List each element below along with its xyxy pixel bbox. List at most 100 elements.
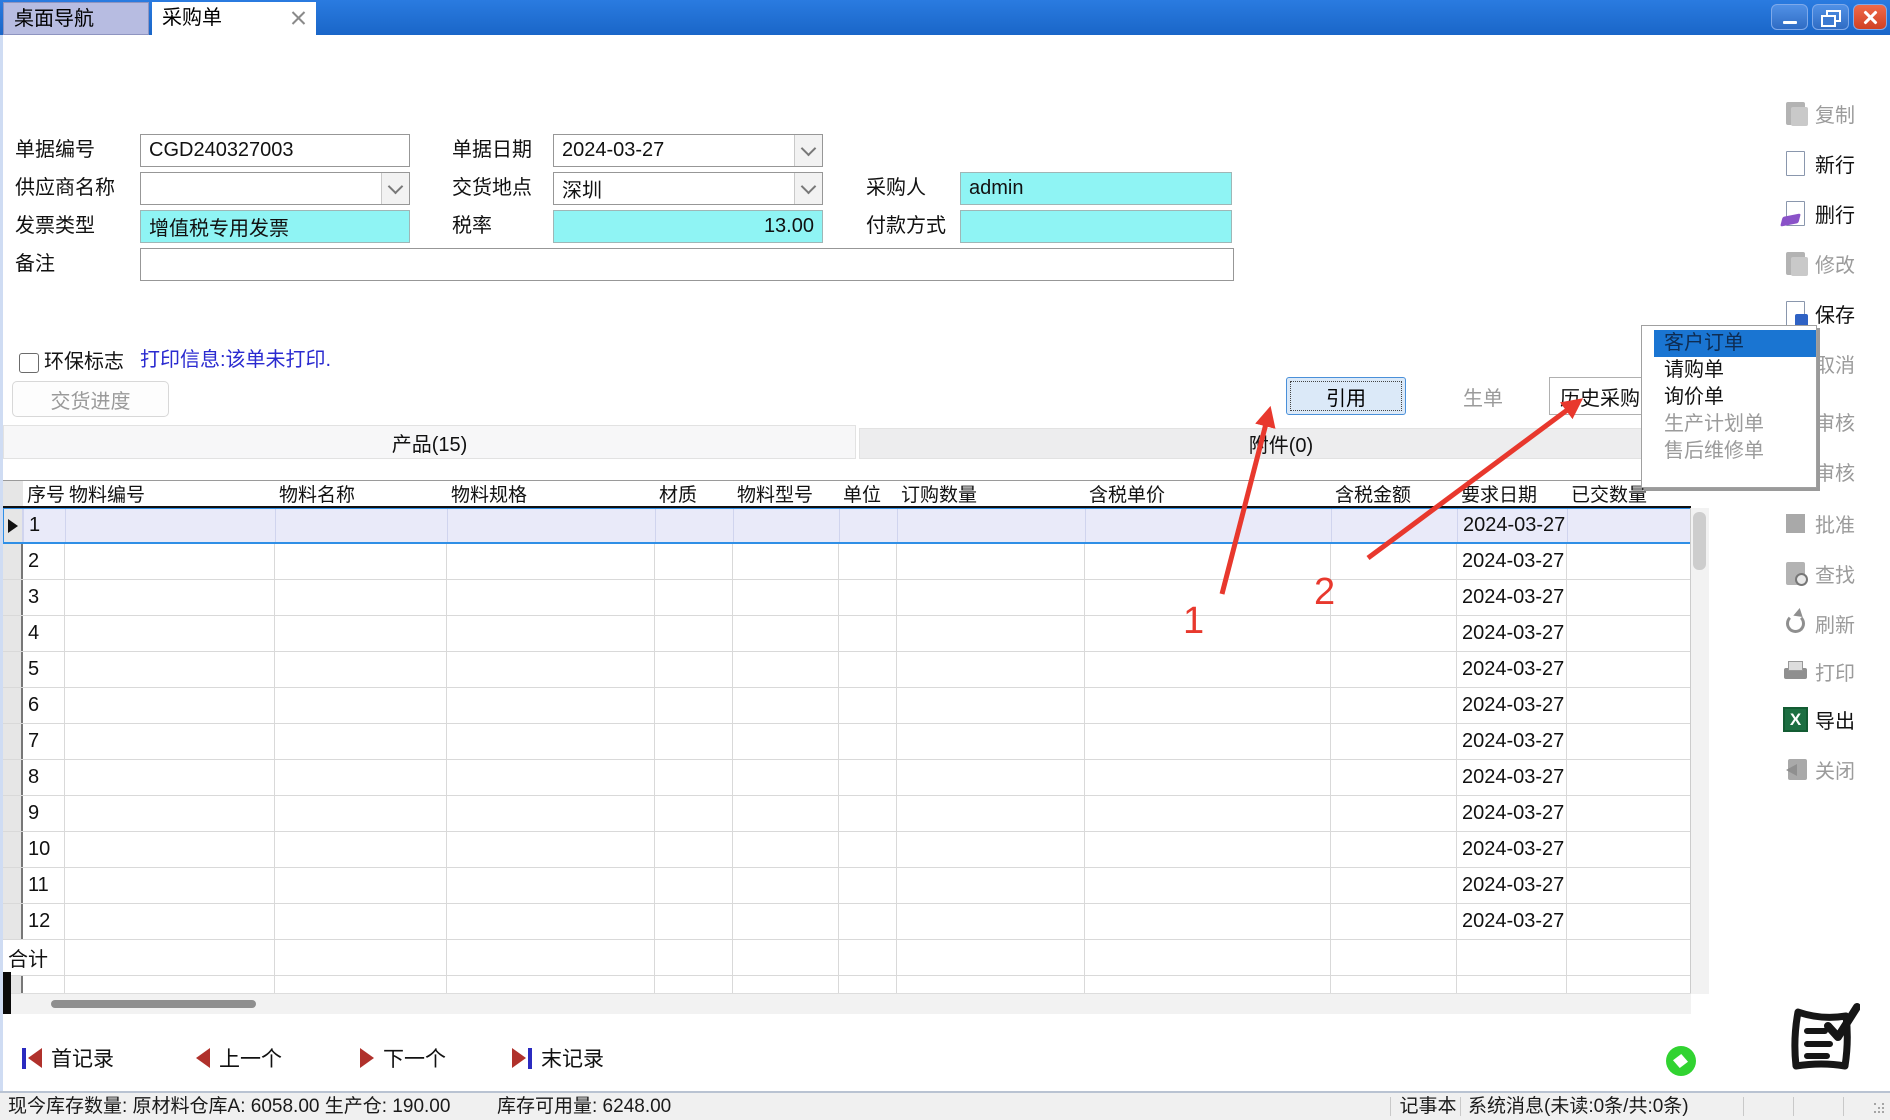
table-cell[interactable] <box>1332 509 1458 542</box>
table-cell[interactable]: 8 <box>23 760 65 795</box>
table-cell[interactable] <box>1085 904 1331 939</box>
table-cell[interactable] <box>1085 724 1331 759</box>
table-cell[interactable] <box>65 940 275 975</box>
column-header[interactable]: 物料编号 <box>65 481 275 506</box>
table-cell[interactable] <box>275 580 447 615</box>
remark-field[interactable] <box>140 248 1234 281</box>
table-cell[interactable] <box>1331 544 1457 579</box>
table-cell[interactable] <box>447 616 655 651</box>
table-cell[interactable] <box>655 688 733 723</box>
generate-order-button[interactable]: 生单 <box>1428 379 1538 413</box>
table-cell[interactable]: 2024-03-27 <box>1457 760 1567 795</box>
table-cell[interactable] <box>733 616 839 651</box>
table-cell[interactable] <box>897 868 1085 903</box>
table-cell[interactable] <box>655 976 733 994</box>
table-cell[interactable] <box>1331 904 1457 939</box>
table-cell[interactable] <box>1567 904 1691 939</box>
toolbar-delete-row-button[interactable]: 删行 <box>1782 198 1855 228</box>
column-header[interactable]: 含税单价 <box>1085 481 1331 506</box>
table-cell[interactable]: 2024-03-27 <box>1457 580 1567 615</box>
table-cell[interactable]: 11 <box>23 868 65 903</box>
column-header[interactable]: 含税金额 <box>1331 481 1457 506</box>
table-cell[interactable] <box>897 544 1085 579</box>
table-cell[interactable] <box>65 724 275 759</box>
column-header[interactable]: 订购数量 <box>897 481 1085 506</box>
table-cell[interactable] <box>1085 796 1331 831</box>
minimize-button[interactable] <box>1771 4 1808 30</box>
table-cell[interactable] <box>66 509 276 542</box>
table-cell[interactable] <box>447 940 655 975</box>
table-cell[interactable] <box>447 904 655 939</box>
tab-desktop-navigation[interactable]: 桌面导航 <box>3 2 149 35</box>
table-cell[interactable] <box>897 724 1085 759</box>
table-cell[interactable]: 2024-03-27 <box>1457 616 1567 651</box>
table-cell[interactable] <box>275 544 447 579</box>
table-cell[interactable] <box>733 904 839 939</box>
context-menu-item-0[interactable]: 客户订单 <box>1654 330 1816 357</box>
table-cell[interactable] <box>65 580 275 615</box>
table-cell[interactable] <box>1085 868 1331 903</box>
table-cell[interactable] <box>1085 580 1331 615</box>
toolbar-new-row-button[interactable]: 新行 <box>1782 148 1855 178</box>
table-cell[interactable] <box>1567 760 1691 795</box>
table-cell[interactable] <box>1457 976 1567 994</box>
tab-purchase-order[interactable]: 采购单 <box>152 2 316 35</box>
table-cell[interactable] <box>275 904 447 939</box>
table-cell[interactable] <box>897 688 1085 723</box>
table-cell[interactable] <box>65 904 275 939</box>
table-row[interactable]: 52024-03-27 <box>3 652 1691 688</box>
table-cell[interactable] <box>1568 509 1692 542</box>
table-cell[interactable] <box>65 796 275 831</box>
table-cell[interactable]: 2024-03-27 <box>1457 544 1567 579</box>
table-row[interactable]: 122024-03-27 <box>3 904 1691 940</box>
table-cell[interactable] <box>839 652 897 687</box>
table-cell[interactable] <box>655 544 733 579</box>
table-cell[interactable] <box>733 688 839 723</box>
eco-flag-checkbox[interactable] <box>19 353 39 373</box>
scrollbar-thumb[interactable] <box>1693 512 1706 570</box>
payment-method-field[interactable] <box>960 210 1232 243</box>
doc-date-dropdown-button[interactable] <box>794 135 822 166</box>
table-cell[interactable] <box>275 940 447 975</box>
tab-products[interactable]: 产品(15) <box>3 425 856 459</box>
table-cell[interactable] <box>897 904 1085 939</box>
table-cell[interactable] <box>733 652 839 687</box>
table-cell[interactable] <box>275 796 447 831</box>
table-cell[interactable] <box>447 796 655 831</box>
table-cell[interactable] <box>275 760 447 795</box>
table-cell[interactable] <box>897 616 1085 651</box>
table-cell[interactable] <box>1331 868 1457 903</box>
table-cell[interactable] <box>733 832 839 867</box>
table-cell[interactable]: 3 <box>23 580 65 615</box>
table-cell[interactable] <box>839 868 897 903</box>
table-cell[interactable] <box>897 760 1085 795</box>
table-cell[interactable] <box>1567 616 1691 651</box>
column-header[interactable]: 物料规格 <box>447 481 655 506</box>
table-cell[interactable] <box>1331 832 1457 867</box>
table-cell[interactable] <box>839 796 897 831</box>
table-row[interactable]: 8 2024-03-27 <box>3 760 1691 796</box>
table-cell[interactable] <box>1331 976 1457 994</box>
delivery-place-dropdown-button[interactable] <box>794 173 822 204</box>
table-cell[interactable] <box>1331 760 1457 795</box>
table-cell[interactable] <box>897 832 1085 867</box>
table-cell[interactable] <box>65 976 275 994</box>
table-cell[interactable] <box>897 940 1085 975</box>
table-row[interactable]: 72024-03-27 <box>3 724 1691 760</box>
table-cell[interactable]: 1 <box>24 509 66 542</box>
table-cell[interactable] <box>656 509 734 542</box>
column-header[interactable]: 单位 <box>839 481 897 506</box>
table-cell[interactable] <box>655 796 733 831</box>
tax-rate-field[interactable] <box>553 210 823 243</box>
table-cell[interactable] <box>655 760 733 795</box>
table-row[interactable]: 62024-03-27 <box>3 688 1691 724</box>
column-header[interactable]: 物料名称 <box>275 481 447 506</box>
table-cell[interactable] <box>839 616 897 651</box>
table-cell[interactable] <box>1085 544 1331 579</box>
table-cell[interactable] <box>839 832 897 867</box>
context-menu-item-2[interactable]: 询价单 <box>1642 384 1816 411</box>
table-cell[interactable] <box>275 616 447 651</box>
table-cell[interactable] <box>65 760 275 795</box>
table-cell[interactable] <box>1085 688 1331 723</box>
table-cell[interactable] <box>275 868 447 903</box>
